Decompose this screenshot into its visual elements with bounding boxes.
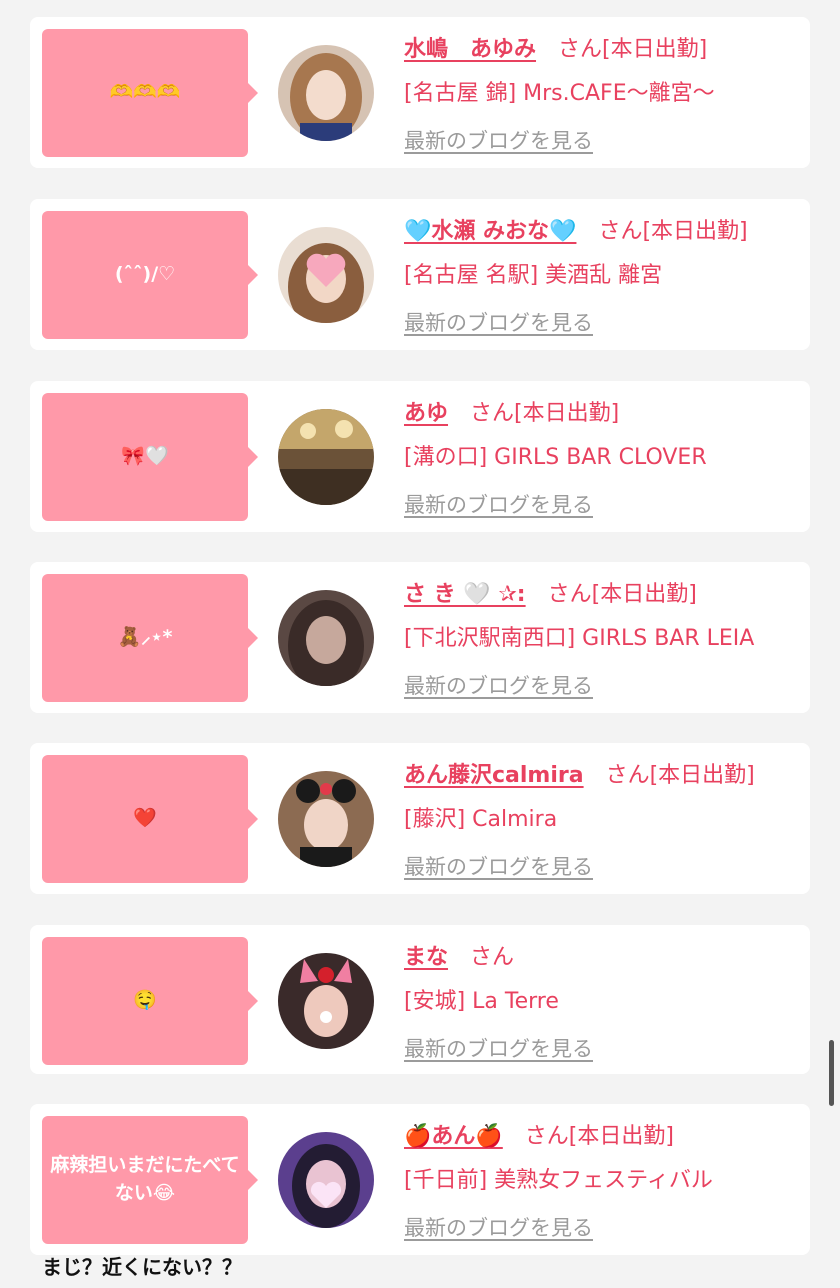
message-bubble: (ˆˆ)/♡ <box>42 211 258 339</box>
mouse-ears-portrait-icon <box>278 771 374 867</box>
shop-text: [安城] La Terre <box>404 989 559 1014</box>
shop-text: [名古屋 名駅] 美酒乱 離宮 <box>404 263 663 288</box>
avatar[interactable] <box>278 953 374 1049</box>
avatar[interactable] <box>278 771 374 867</box>
cast-name-link[interactable]: あゆ <box>404 401 448 426</box>
heart-face-portrait-icon <box>278 227 374 323</box>
message-bubble: 🎀🤍 <box>42 393 258 521</box>
message-text: 麻辣担いまだにたべてない😂 <box>50 1154 240 1204</box>
status-text: さん[本日出勤] <box>558 37 708 62</box>
bubble-tail <box>248 628 258 648</box>
status-text: さん[本日出勤] <box>547 582 697 607</box>
message-text: 🫶🫶🫶 <box>109 81 181 104</box>
avatar[interactable] <box>278 409 374 505</box>
cast-name-link[interactable]: さ き 🤍 ✰: <box>404 582 526 607</box>
blog-link[interactable]: 最新のブログを見る <box>404 307 593 337</box>
cast-card[interactable]: 🧸⸝⋆* さ き 🤍 ✰: さん[本日出勤] [下北沢駅南西口] GIRLS BA… <box>30 562 810 713</box>
name-line: あゆ さん[本日出勤] <box>404 395 619 427</box>
blurred-portrait-icon <box>278 590 374 686</box>
cast-card[interactable]: 🤤 まな さん [安城] La Terre 最新のブログを見る <box>30 925 810 1074</box>
caption-text: まじ？近くにない？？ <box>42 1255 242 1279</box>
blog-link[interactable]: 最新のブログを見る <box>404 1033 593 1063</box>
shop-text: [溝の口] GIRLS BAR CLOVER <box>404 445 707 470</box>
message-bubble: ❤️ <box>42 755 258 883</box>
shop-text: [名古屋 錦] Mrs.CAFE〜離宮〜 <box>404 81 715 106</box>
shop-text: [下北沢駅南西口] GIRLS BAR LEIA <box>404 626 755 651</box>
message-bubble: 🤤 <box>42 937 258 1065</box>
bubble-tail <box>248 447 258 467</box>
bunny-ears-portrait-icon <box>278 953 374 1049</box>
message-text: (ˆˆ)/♡ <box>114 263 176 286</box>
avatar[interactable] <box>278 45 374 141</box>
cast-card[interactable]: 🎀🤍 あゆ さん[本日出勤] [溝の口] GIRLS BAR CLOVER 最新の… <box>30 381 810 532</box>
message-text: ❤️ <box>133 807 157 830</box>
message-text: 🤤 <box>133 989 157 1012</box>
cast-name-link[interactable]: 🍎あん🍎 <box>404 1124 503 1149</box>
name-line: さ き 🤍 ✰: さん[本日出勤] <box>404 576 697 608</box>
bubble-tail <box>248 991 258 1011</box>
cast-name-link[interactable]: まな <box>404 945 448 970</box>
bubble-tail <box>248 265 258 285</box>
cast-name-link[interactable]: 🩵水瀬 みおな🩵 <box>404 219 576 244</box>
blog-link[interactable]: 最新のブログを見る <box>404 125 593 155</box>
cast-card[interactable]: ❤️ あん藤沢calmira さん[本日出勤] [藤沢] Calmira 最新のブ… <box>30 743 810 894</box>
heart-filter-portrait-icon <box>278 1132 374 1228</box>
message-text: 🎀🤍 <box>121 445 169 468</box>
message-bubble: 🫶🫶🫶 <box>42 29 258 157</box>
scrollbar[interactable] <box>829 1040 834 1106</box>
cast-card[interactable]: 麻辣担いまだにたべてない😂 🍎あん🍎 さん[本日出勤] [千日前] 美熟女フェステ… <box>30 1104 810 1255</box>
status-text: さん[本日出勤] <box>470 401 620 426</box>
chandelier-photo-icon <box>278 409 374 505</box>
blog-link[interactable]: 最新のブログを見る <box>404 851 593 881</box>
name-line: 水嶋 あゆみ さん[本日出勤] <box>404 31 707 63</box>
message-bubble: 🧸⸝⋆* <box>42 574 258 702</box>
status-text: さん[本日出勤] <box>524 1124 674 1149</box>
avatar[interactable] <box>278 1132 374 1228</box>
blog-link[interactable]: 最新のブログを見る <box>404 1212 593 1242</box>
status-text: さん[本日出勤] <box>605 763 755 788</box>
avatar[interactable] <box>278 590 374 686</box>
bubble-tail <box>248 83 258 103</box>
avatar[interactable] <box>278 227 374 323</box>
message-text: 🧸⸝⋆* <box>117 626 173 649</box>
shop-text: [千日前] 美熟女フェスティバル <box>404 1168 713 1193</box>
name-line: あん藤沢calmira さん[本日出勤] <box>404 757 755 789</box>
cast-card[interactable]: (ˆˆ)/♡ 🩵水瀬 みおな🩵 さん[本日出勤] [名古屋 名駅] 美酒乱 離宮 … <box>30 199 810 350</box>
blog-link[interactable]: 最新のブログを見る <box>404 670 593 700</box>
status-text: さん <box>470 945 515 970</box>
cast-card[interactable]: 🫶🫶🫶 水嶋 あゆみ さん[本日出勤] [名古屋 錦] Mrs.CAFE〜離宮〜 … <box>30 17 810 168</box>
name-line: 🍎あん🍎 さん[本日出勤] <box>404 1118 674 1150</box>
blog-link[interactable]: 最新のブログを見る <box>404 489 593 519</box>
cast-name-link[interactable]: あん藤沢calmira <box>404 763 584 788</box>
shop-text: [藤沢] Calmira <box>404 807 558 832</box>
cast-name-link[interactable]: 水嶋 あゆみ <box>404 37 536 62</box>
name-line: 🩵水瀬 みおな🩵 さん[本日出勤] <box>404 213 748 245</box>
status-text: さん[本日出勤] <box>598 219 748 244</box>
bubble-tail <box>248 809 258 829</box>
name-line: まな さん <box>404 939 514 971</box>
woman-portrait-icon <box>278 45 374 141</box>
message-bubble: 麻辣担いまだにたべてない😂 <box>42 1116 258 1244</box>
bubble-tail <box>248 1170 258 1190</box>
